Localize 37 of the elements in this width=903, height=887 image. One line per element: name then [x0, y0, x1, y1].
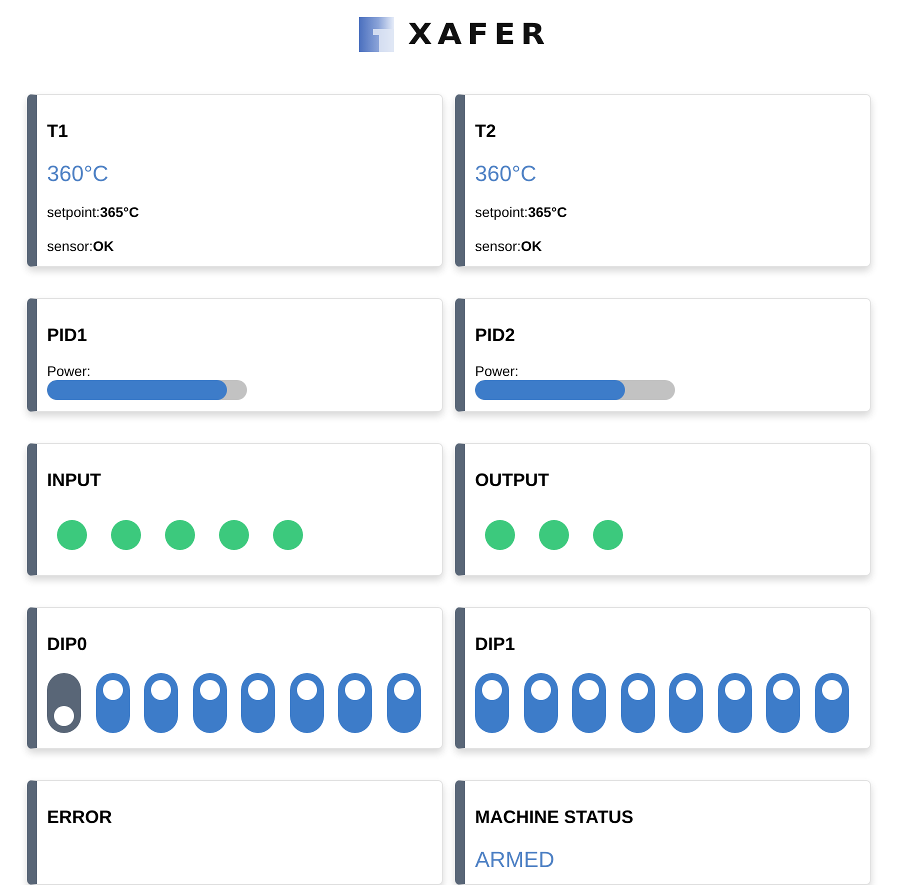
card-title: DIP0 — [47, 633, 88, 655]
power-label: Power: — [475, 362, 519, 380]
dip-switch[interactable] — [766, 673, 800, 733]
setpoint-text: setpoint:365°C — [47, 203, 140, 221]
dip-switch[interactable] — [814, 673, 848, 733]
card-title: INPUT — [47, 469, 101, 491]
card-title: OUTPUT — [475, 469, 549, 491]
dip-switch[interactable] — [386, 673, 420, 733]
sensor-status-text: sensor:OK — [47, 237, 114, 255]
dip-switch[interactable] — [524, 673, 558, 733]
card-title: DIP1 — [475, 633, 516, 655]
card-title: MACHINE STATUS — [475, 806, 634, 828]
dip-switch[interactable] — [47, 673, 81, 733]
setpoint-text: setpoint:365°C — [475, 203, 568, 221]
logo-wordmark: XAFER — [408, 20, 550, 49]
sensor-status-text: sensor:OK — [475, 237, 542, 255]
dip-switch[interactable] — [192, 673, 226, 733]
dip-switch[interactable] — [475, 673, 509, 733]
dip-switch[interactable] — [144, 673, 178, 733]
dip-switch[interactable] — [96, 673, 130, 733]
card-title: T2 — [475, 120, 496, 142]
dip-switch[interactable] — [669, 673, 703, 733]
card-title: PID2 — [475, 324, 516, 346]
dip-switch[interactable] — [338, 673, 372, 733]
power-label: Power: — [47, 362, 91, 380]
dip-switch[interactable] — [718, 673, 752, 733]
logo-icon — [358, 17, 394, 52]
dip-switch[interactable] — [572, 673, 606, 733]
dip-switch[interactable] — [241, 673, 275, 733]
dip-switch[interactable] — [290, 673, 324, 733]
machine-status-value: ARMED — [475, 847, 554, 873]
dip-switch[interactable] — [620, 673, 654, 733]
card-title: ERROR — [47, 806, 112, 828]
card-title: T1 — [47, 120, 68, 142]
card-title: PID1 — [47, 324, 88, 346]
temperature-reading: 360°C — [47, 161, 108, 187]
temperature-reading: 360°C — [475, 161, 536, 187]
